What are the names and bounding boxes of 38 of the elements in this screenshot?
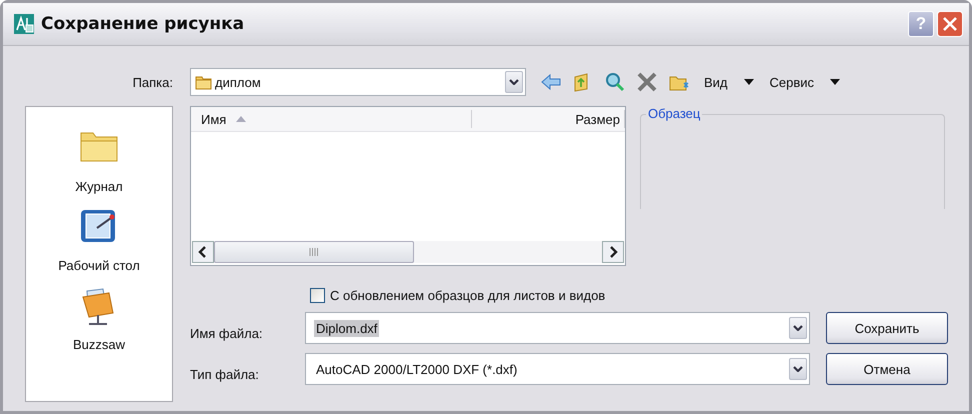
column-header[interactable]: Имя [191,110,472,128]
field-label: Тип файла: [190,366,260,382]
close-icon[interactable] [937,11,963,37]
chevron-down-icon [509,79,519,85]
column-header[interactable]: Размер [472,110,625,128]
folder-label: Папка: [132,74,173,90]
menu-button[interactable]: Вид [702,74,756,90]
back-arrow-icon[interactable] [540,71,562,93]
scroll-right-button[interactable] [602,241,624,263]
search-icon[interactable] [604,71,626,93]
place-label[interactable]: Рабочий стол [58,250,140,279]
file-type-dropdown[interactable]: AutoCAD 2000/LT2000 DXF (*.dxf) [305,353,810,385]
save-button[interactable]: Сохранить [826,312,948,344]
menu-button[interactable]: Сервис [768,74,842,90]
app-icon [13,13,35,35]
scroll-thumb[interactable] [214,241,414,263]
caret-icon [744,79,754,85]
cancel-button[interactable]: Отмена [826,353,948,385]
chevron-down-icon [793,366,803,372]
dropdown-button[interactable] [789,358,807,380]
filename-field[interactable]: Diplom.dxf [305,312,810,344]
folder-icon [195,74,213,90]
delete-icon[interactable] [636,71,658,93]
dropdown-button[interactable] [789,317,807,339]
caret-icon [830,79,840,85]
grip-icon [309,248,319,256]
place-label[interactable]: Журнал [75,171,123,200]
chevron-down-icon [793,325,803,331]
window-title: Сохранение рисунка [41,14,244,34]
scroll-left-button[interactable] [192,241,214,263]
preview-title: Образец [646,106,702,121]
checkbox[interactable] [310,288,325,302]
place-label[interactable]: Buzzsaw [72,329,126,358]
dropdown-button[interactable] [505,71,523,93]
checkbox-label[interactable]: С обновлением образцов для листов и видов [330,288,606,302]
horizontal-scrollbar[interactable] [192,241,624,263]
folder-dropdown[interactable]: диплом [190,68,526,96]
field-label: Имя файла: [190,324,264,340]
